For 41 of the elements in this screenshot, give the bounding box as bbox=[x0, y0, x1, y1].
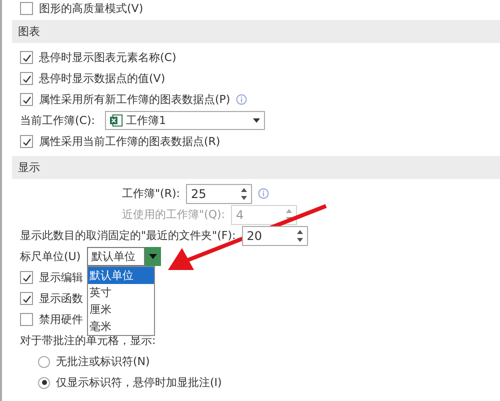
spreadsheet-icon bbox=[110, 114, 123, 127]
checkbox[interactable] bbox=[20, 135, 33, 148]
checkbox[interactable] bbox=[20, 2, 33, 14]
option-label: 仅显示标识符，悬停时加显批注(I) bbox=[56, 375, 222, 390]
option-label: 属性采用当前工作簿的图表数据点(R) bbox=[39, 134, 220, 149]
checkbox[interactable] bbox=[20, 313, 33, 326]
radio-button[interactable] bbox=[38, 356, 50, 368]
checkbox[interactable] bbox=[20, 93, 33, 106]
option-label: 悬停时显示数据点的值(V) bbox=[39, 71, 166, 86]
unit-dropdown[interactable]: 默认单位 bbox=[86, 247, 145, 266]
option-label: 显示函数 bbox=[39, 291, 83, 306]
field-label: 标尺单位(U) bbox=[20, 249, 81, 264]
checkbox[interactable] bbox=[20, 51, 33, 64]
caret-icon bbox=[148, 254, 157, 259]
info-icon bbox=[258, 188, 269, 199]
dropdown-option[interactable]: 英寸 bbox=[88, 284, 154, 301]
field-label: 工作簿"(R): bbox=[122, 186, 180, 201]
option-label: 悬停时显示图表元素名称(C) bbox=[39, 50, 176, 65]
dropdown-button[interactable] bbox=[144, 247, 161, 266]
checkbox[interactable] bbox=[20, 292, 33, 305]
section-header: 图表 bbox=[12, 20, 500, 43]
field-label: 显示此数目的取消固定的"最近的文件夹"(F): bbox=[20, 228, 236, 243]
option-label: 显示编辑 bbox=[39, 270, 83, 285]
checkbox[interactable] bbox=[20, 271, 33, 284]
option-label: 图形的高质量模式(V) bbox=[39, 0, 144, 16]
option-label: 禁用硬件 bbox=[39, 312, 83, 327]
field-label: 当前工作簿(C): bbox=[20, 113, 95, 128]
number-spinner[interactable]: 20 bbox=[242, 226, 308, 246]
dropdown-option[interactable]: 厘米 bbox=[88, 301, 154, 318]
dropdown-option[interactable]: 默认单位 bbox=[88, 267, 154, 284]
option-label: 属性采用所有新工作簿的图表数据点(P) bbox=[39, 92, 230, 107]
section-header: 显示 bbox=[12, 156, 500, 179]
caret-icon bbox=[252, 118, 260, 123]
option-label: 无批注或标识符(N) bbox=[56, 354, 150, 369]
workbook-select[interactable]: 工作簿1 bbox=[104, 111, 265, 130]
radio-button[interactable] bbox=[38, 376, 50, 388]
dropdown-option[interactable]: 毫米 bbox=[88, 318, 154, 335]
info-icon bbox=[236, 94, 248, 105]
checkbox[interactable] bbox=[20, 72, 33, 85]
field-label: 近使用的工作簿"(Q): bbox=[122, 207, 226, 222]
number-spinner[interactable]: 25 bbox=[186, 184, 252, 204]
